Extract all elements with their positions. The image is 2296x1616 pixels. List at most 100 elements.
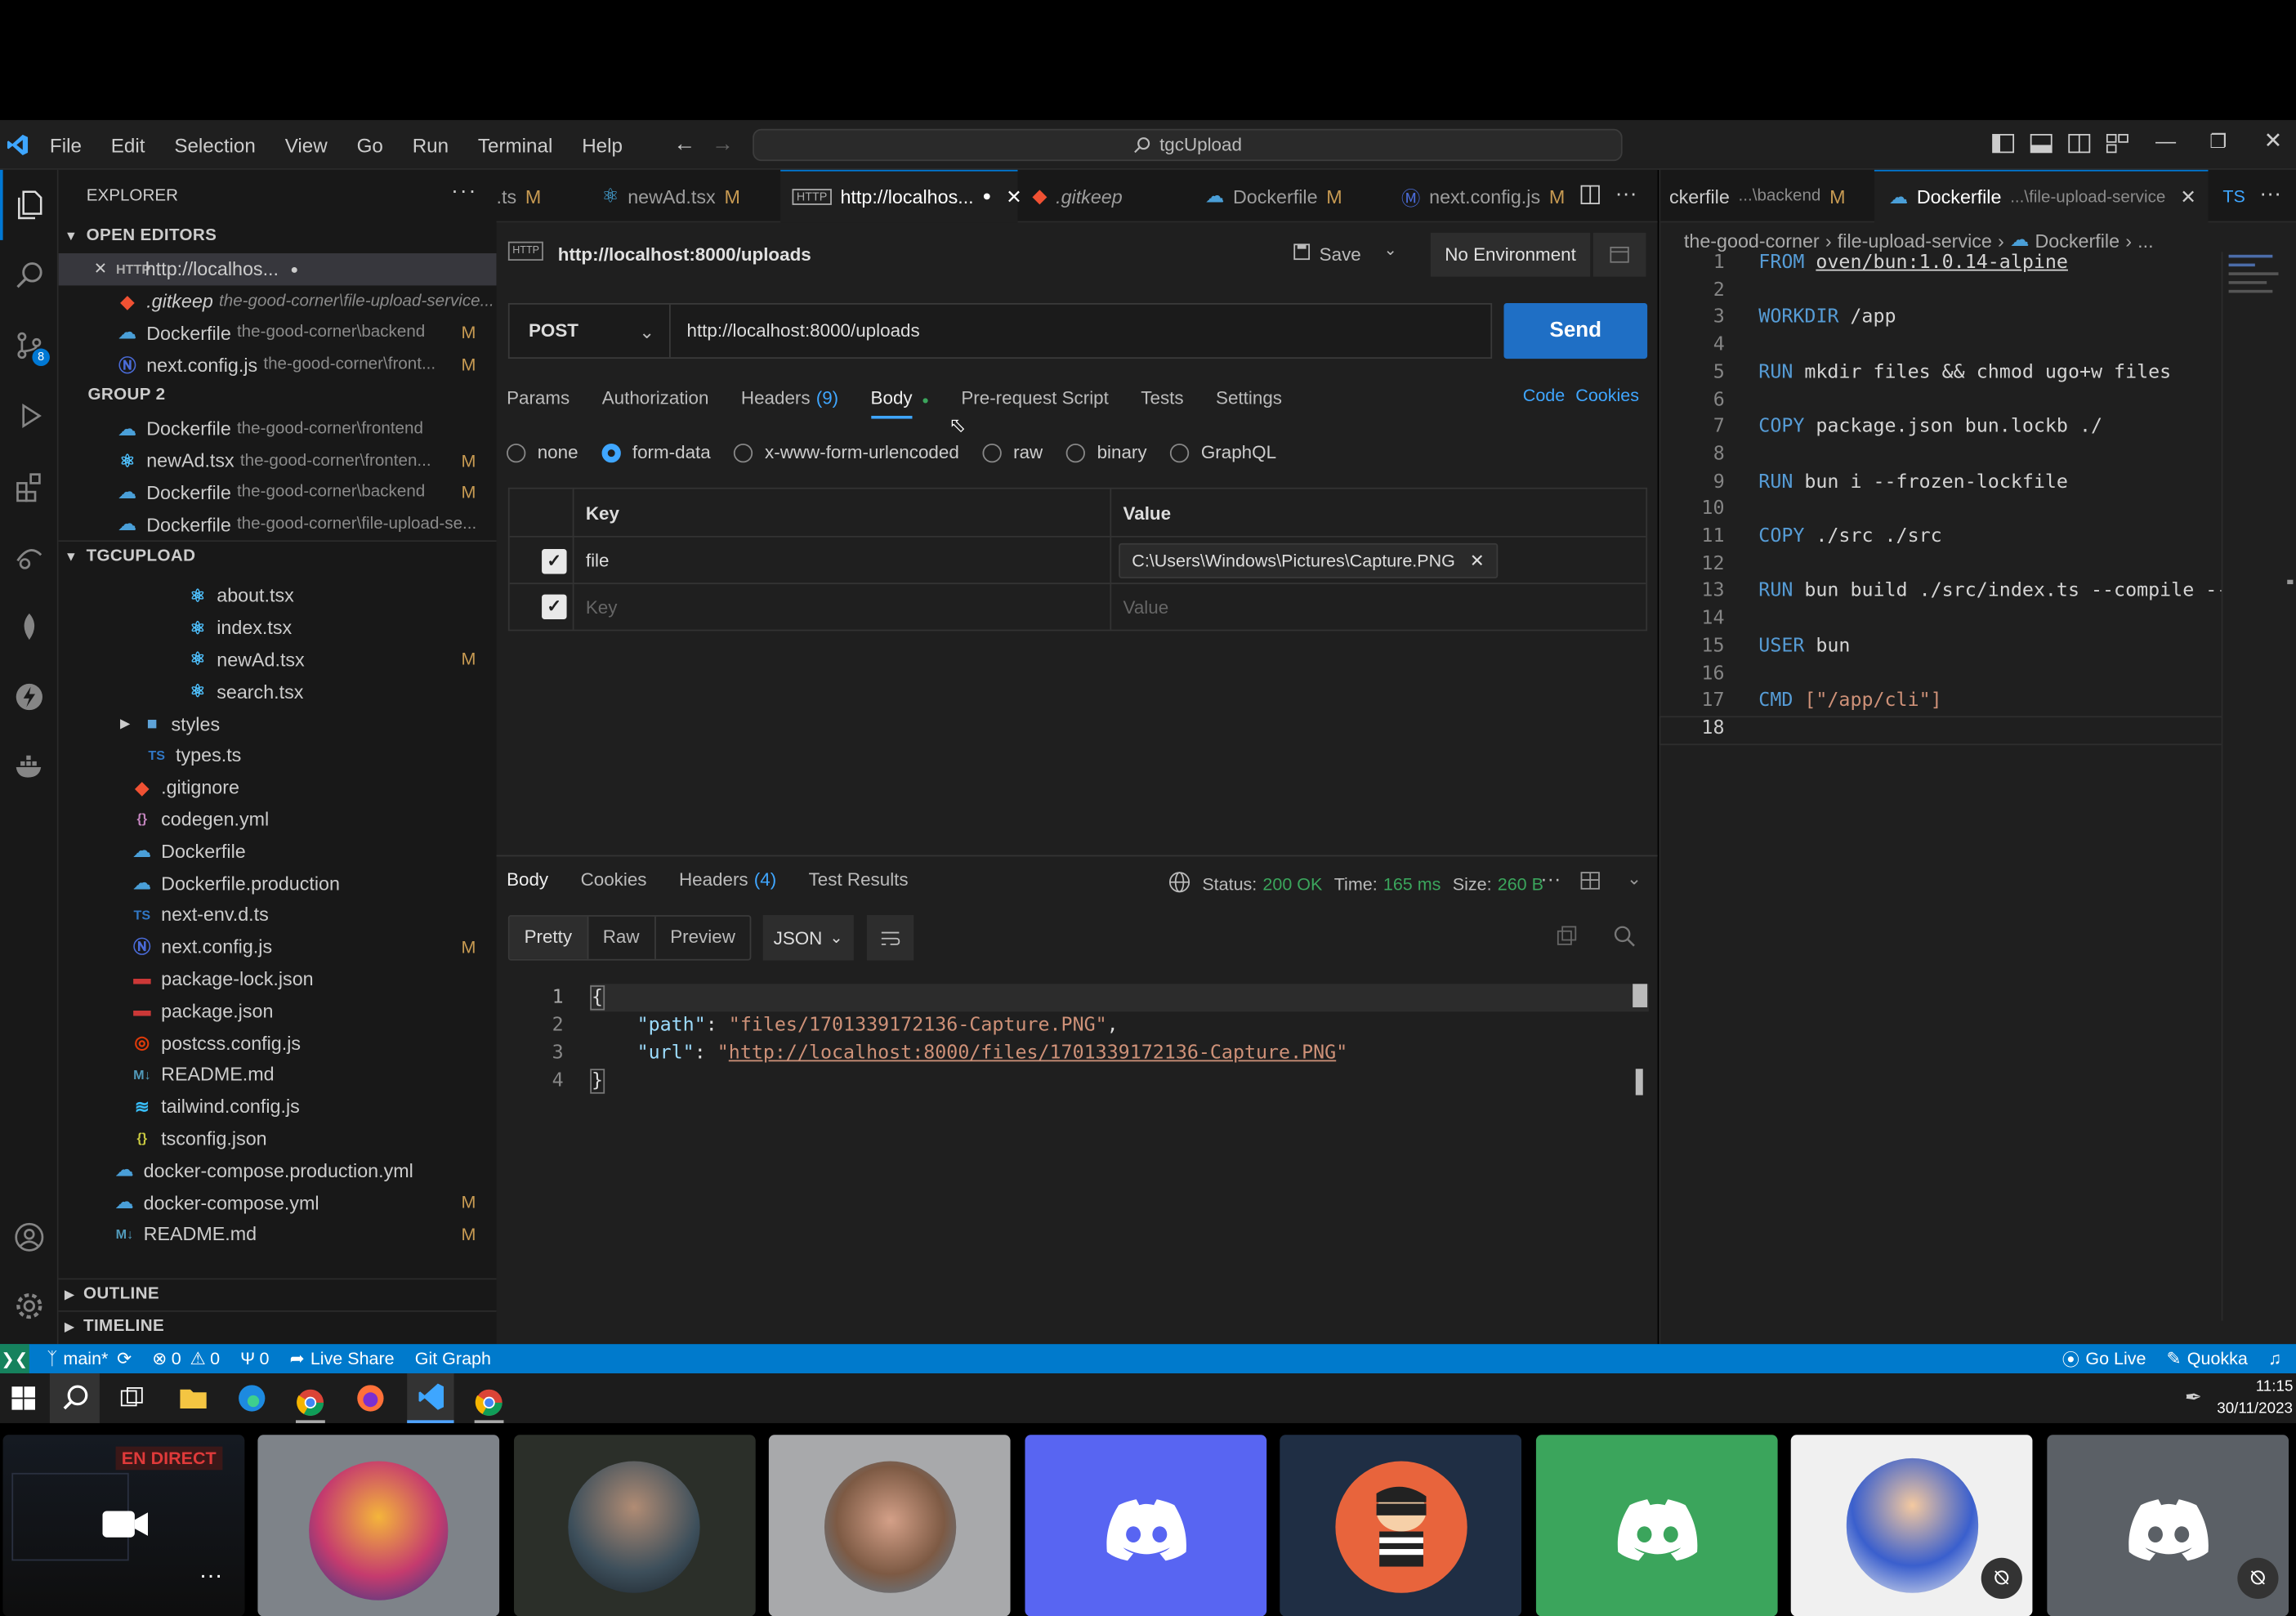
open-editors-header[interactable]: ▼ OPEN EDITORS bbox=[59, 220, 497, 252]
send-button[interactable]: Send bbox=[1503, 302, 1648, 359]
radio-form-data[interactable]: form-data bbox=[601, 442, 711, 462]
radio-urlencoded[interactable]: x-www-form-urlencoded bbox=[734, 442, 959, 462]
participant-tile[interactable] bbox=[514, 1435, 756, 1616]
minimap[interactable] bbox=[2228, 252, 2288, 296]
tab-next-config[interactable]: Ⓜ next.config.js M bbox=[1392, 170, 1579, 223]
ports-indicator[interactable]: Ψ 0 bbox=[240, 1349, 269, 1369]
row-key-placeholder[interactable]: Key bbox=[586, 597, 618, 618]
file-tree-item[interactable]: ▬ package-lock.json bbox=[59, 962, 497, 994]
go-live-button[interactable]: ⦿ Go Live bbox=[2062, 1346, 2146, 1371]
format-select[interactable]: JSON ⌄ bbox=[762, 915, 854, 961]
outline-header[interactable]: ▶ OUTLINE bbox=[58, 1278, 497, 1310]
participant-tile[interactable]: ⦰ bbox=[1790, 1435, 2033, 1616]
extensions-icon[interactable] bbox=[0, 451, 59, 521]
env-manager-icon[interactable] bbox=[1592, 232, 1646, 277]
participant-tile[interactable]: ⦰ bbox=[2047, 1435, 2289, 1616]
file-tree-item[interactable]: M↓ README.md bbox=[59, 1059, 497, 1091]
save-button[interactable]: Save bbox=[1293, 243, 1361, 265]
file-tree-item[interactable]: ⚛ index.tsx bbox=[59, 612, 497, 644]
view-pretty[interactable]: Pretty bbox=[509, 916, 588, 959]
back-arrow-icon[interactable]: ← bbox=[673, 132, 695, 156]
clock-date[interactable]: 30/11/2023 bbox=[2217, 1399, 2293, 1417]
menu-run[interactable]: Run bbox=[413, 134, 449, 156]
clock-time[interactable]: 11:15 bbox=[2240, 1377, 2294, 1395]
project-header[interactable]: ▼ TGCUPLOAD bbox=[58, 540, 497, 572]
file-chip[interactable]: C:\Users\Windows\Pictures\Capture.PNG ✕ bbox=[1119, 542, 1498, 578]
screen-share-tile[interactable]: EN DIRECT ··· bbox=[2, 1435, 245, 1616]
search-response-icon[interactable] bbox=[1614, 926, 1636, 948]
breadcrumb-item[interactable]: the-good-corner bbox=[1684, 229, 1820, 251]
tab-dockerfile-upload-service[interactable]: ☁ Dockerfile ...\file-upload-service ✕ bbox=[1874, 169, 2209, 223]
collapse-chevron-icon[interactable]: ⌄ bbox=[1627, 868, 1642, 889]
close-editor-icon[interactable]: ✕ bbox=[94, 260, 108, 279]
group2-editor-item[interactable]: ☁ Dockerfile the-good-corner\frontend bbox=[59, 413, 497, 444]
pen-tray-icon[interactable]: ✒ bbox=[2185, 1385, 2202, 1409]
close-tab-icon[interactable]: ✕ bbox=[1006, 185, 1022, 209]
file-tree-item[interactable]: {} tsconfig.json bbox=[59, 1123, 497, 1154]
file-tree-item[interactable]: ▬ package.json bbox=[59, 995, 497, 1027]
url-input[interactable]: http://localhost:8000/uploads bbox=[686, 320, 919, 341]
quokka-button[interactable]: ✎ Quokka bbox=[2167, 1349, 2248, 1369]
search-activity-icon[interactable] bbox=[0, 240, 59, 310]
chrome-browser-icon[interactable] bbox=[296, 1384, 325, 1423]
edge-browser-icon[interactable] bbox=[237, 1384, 266, 1413]
split-editor-icon[interactable] bbox=[1580, 185, 1601, 205]
radio-graphql[interactable]: GraphQL bbox=[1170, 442, 1276, 462]
response-tab-body[interactable]: Body bbox=[507, 870, 548, 891]
file-tree-item[interactable]: ☁ Dockerfile.production bbox=[59, 867, 497, 899]
row-key-input[interactable]: file bbox=[586, 551, 610, 571]
mongodb-leaf-icon[interactable] bbox=[0, 591, 59, 662]
file-tree-item[interactable]: ⚛ search.tsx bbox=[59, 676, 497, 708]
file-tree-item[interactable]: ⚛ about.tsx bbox=[59, 580, 497, 612]
open-editor-item[interactable]: Ⓝnext.config.js the-good-corner\front... M bbox=[59, 349, 497, 381]
menu-help[interactable]: Help bbox=[582, 134, 623, 156]
close-tab-icon[interactable]: ✕ bbox=[2180, 185, 2196, 209]
manage-gear-icon[interactable] bbox=[0, 1271, 59, 1341]
windows-start-icon[interactable] bbox=[11, 1386, 36, 1410]
open-editor-item[interactable]: ✕ HTTP http://localhos... ● bbox=[58, 253, 497, 285]
taskbar-search-icon[interactable] bbox=[49, 1373, 100, 1423]
tab-tests[interactable]: Tests bbox=[1141, 388, 1183, 408]
toggle-panel-icon[interactable] bbox=[2030, 133, 2053, 154]
file-tree-item[interactable]: ◆ .gitignore bbox=[59, 771, 497, 803]
sync-icon[interactable]: ⟳ bbox=[117, 1349, 132, 1369]
tab-pre-request-script[interactable]: Pre-request Script bbox=[961, 388, 1109, 408]
response-tab-headers[interactable]: Headers bbox=[679, 870, 748, 891]
file-tree-item[interactable]: M↓ README.md M bbox=[59, 1218, 497, 1250]
tab-http-request[interactable]: HTTP http://localhos... ● ✕ bbox=[780, 169, 1022, 223]
scrollbar-thumb[interactable] bbox=[1633, 984, 1648, 1007]
file-tree-item[interactable]: {} codegen.yml bbox=[59, 803, 497, 835]
close-window-icon[interactable]: ✕ bbox=[2264, 127, 2283, 154]
response-tab-test-results[interactable]: Test Results bbox=[809, 870, 909, 891]
menu-view[interactable]: View bbox=[285, 134, 328, 156]
customize-layout-icon[interactable] bbox=[2106, 133, 2129, 154]
branch-indicator[interactable]: ᛉ main* ⟳ bbox=[47, 1349, 132, 1369]
command-center-search[interactable]: tgcUpload bbox=[753, 128, 1623, 162]
run-debug-icon[interactable] bbox=[0, 381, 59, 451]
tab-ts-file[interactable]: TS bbox=[2222, 170, 2252, 223]
tab-settings[interactable]: Settings bbox=[1216, 388, 1282, 408]
menu-go[interactable]: Go bbox=[357, 134, 383, 156]
radio-raw[interactable]: raw bbox=[982, 442, 1043, 462]
forward-arrow-icon[interactable]: → bbox=[712, 132, 734, 156]
word-wrap-icon[interactable] bbox=[866, 915, 914, 961]
copy-icon[interactable] bbox=[1557, 926, 1577, 946]
open-editor-item[interactable]: ◆ .gitkeep the-good-corner\file-upload-ser… bbox=[59, 285, 497, 317]
row-enabled-checkbox[interactable]: ✓ bbox=[542, 594, 567, 620]
task-view-icon[interactable] bbox=[120, 1386, 144, 1410]
tab-dockerfile[interactable]: ☁ Dockerfile M bbox=[1196, 170, 1383, 223]
cookies-link[interactable]: Cookies bbox=[1575, 385, 1639, 405]
dockerfile-code[interactable]: 1 FROM oven/bun:1.0.14-alpine 2 3 WORKDIR/app… bbox=[1659, 252, 2223, 779]
menu-file[interactable]: File bbox=[50, 134, 82, 156]
tab-authorization[interactable]: Authorization bbox=[602, 388, 709, 408]
explorer-more-icon[interactable]: ··· bbox=[451, 179, 477, 203]
file-tree-item[interactable]: ≋ tailwind.config.js bbox=[59, 1091, 497, 1123]
remove-file-icon[interactable]: ✕ bbox=[1470, 551, 1485, 571]
code-link[interactable]: Code bbox=[1523, 385, 1565, 405]
save-dropdown-chevron-icon[interactable]: ⌄ bbox=[1384, 240, 1398, 260]
remote-explorer-icon[interactable] bbox=[0, 521, 59, 591]
tab-params[interactable]: Params bbox=[507, 388, 570, 408]
docker-icon[interactable] bbox=[0, 732, 59, 802]
json-url-link[interactable]: http://localhost:8000/files/170133917213… bbox=[729, 1042, 1336, 1065]
group2-editor-item[interactable]: ☁ Dockerfile the-good-corner\file-upload-s… bbox=[59, 509, 497, 541]
